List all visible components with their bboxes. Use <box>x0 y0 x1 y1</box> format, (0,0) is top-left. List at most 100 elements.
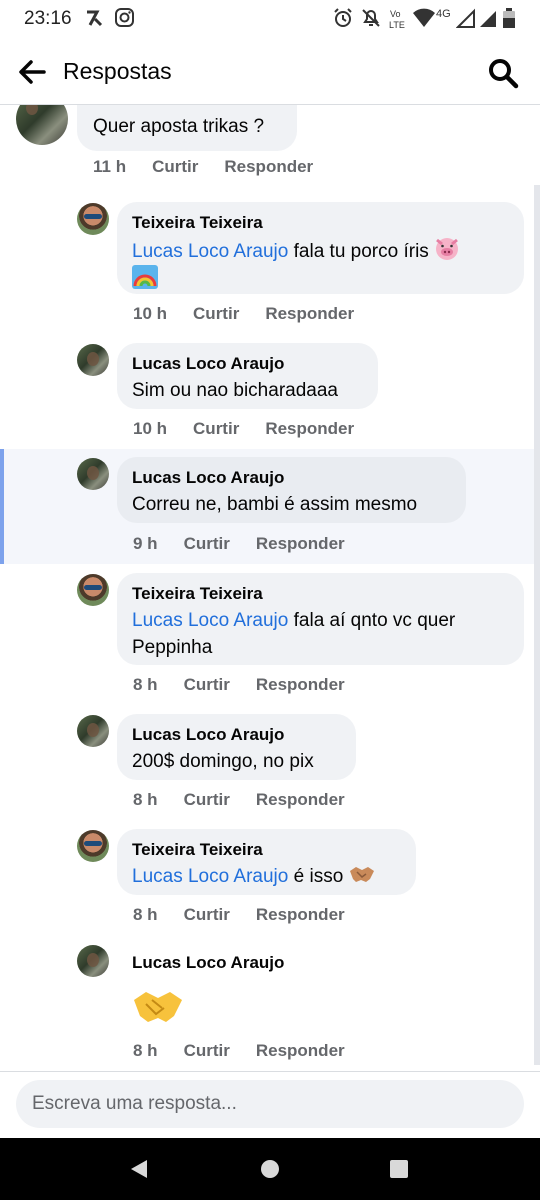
nav-back-icon[interactable] <box>128 1158 150 1180</box>
like-button[interactable]: Curtir <box>184 1041 230 1061</box>
comment-time: 10 h <box>133 304 168 323</box>
app-notification-icon <box>87 10 103 27</box>
comment-bubble[interactable]: Quer aposta trikas ? <box>77 105 297 151</box>
avatar[interactable] <box>77 830 109 862</box>
reply-button[interactable]: Responder <box>256 1041 345 1061</box>
commenter-name[interactable]: Lucas Loco Araujo <box>132 468 284 488</box>
comment-text: Lucas Loco Araujo é isso <box>132 863 412 890</box>
mention-link[interactable]: Lucas Loco Araujo <box>132 610 288 631</box>
avatar[interactable] <box>77 203 109 235</box>
scrollbar[interactable] <box>534 185 540 1065</box>
svg-text:Vo: Vo <box>390 9 401 19</box>
avatar[interactable] <box>77 715 109 747</box>
reply-input[interactable] <box>16 1080 524 1128</box>
status-bar: 23:16 Vo LTE 4G <box>0 0 540 38</box>
comment-bubble[interactable]: Teixeira Teixeira Lucas Loco Araujo fala… <box>117 202 524 294</box>
comment-bubble[interactable]: Teixeira Teixeira Lucas Loco Araujo fala… <box>117 573 524 665</box>
avatar[interactable] <box>77 574 109 606</box>
comment-bubble[interactable]: Teixeira Teixeira Lucas Loco Araujo é is… <box>117 829 416 895</box>
reply-button[interactable]: Responder <box>256 905 345 925</box>
comment-bubble[interactable]: Lucas Loco Araujo Correu ne, bambi é ass… <box>117 457 466 523</box>
search-icon[interactable] <box>486 56 520 90</box>
commenter-name[interactable]: Teixeira Teixeira <box>132 584 263 604</box>
comment-actions: 8 h Curtir Responder <box>133 905 345 925</box>
like-button[interactable]: Curtir <box>184 534 230 554</box>
svg-text:LTE: LTE <box>389 20 405 30</box>
handshake-icon[interactable] <box>132 986 184 1028</box>
status-time: 23:16 <box>24 8 72 29</box>
comment-text: Quer aposta trikas ? <box>93 116 265 137</box>
nav-recents-icon[interactable] <box>389 1159 409 1179</box>
reply-comment: Lucas Loco Araujo 8 h Curtir Responder <box>0 942 540 1070</box>
commenter-name[interactable]: Teixeira Teixeira <box>132 213 263 233</box>
nav-home-icon[interactable] <box>259 1158 281 1180</box>
comment-bubble[interactable]: Lucas Loco Araujo 200$ domingo, no pix <box>117 714 356 780</box>
comment-text: Correu ne, bambi é assim mesmo <box>132 494 418 515</box>
comment-time: 10 h <box>133 419 168 438</box>
comment-actions: 8 h Curtir Responder <box>133 1041 345 1061</box>
reply-comment-highlighted: Lucas Loco Araujo Correu ne, bambi é ass… <box>0 449 540 564</box>
comment-time: 8 h <box>133 675 158 694</box>
rainbow-icon <box>132 265 158 289</box>
avatar[interactable] <box>77 945 109 977</box>
mention-link[interactable]: Lucas Loco Araujo <box>132 866 288 887</box>
reply-button[interactable]: Responder <box>265 304 354 324</box>
like-button[interactable]: Curtir <box>193 419 239 439</box>
system-nav-bar <box>0 1138 540 1200</box>
commenter-name[interactable]: Lucas Loco Araujo <box>132 354 284 374</box>
like-button[interactable]: Curtir <box>193 304 239 324</box>
reply-button[interactable]: Responder <box>265 419 354 439</box>
like-button[interactable]: Curtir <box>152 157 198 177</box>
comment-time: 8 h <box>133 905 158 924</box>
mute-icon <box>362 9 380 27</box>
reply-button[interactable]: Responder <box>256 675 345 695</box>
avatar[interactable] <box>16 105 68 145</box>
reply-button[interactable]: Responder <box>256 790 345 810</box>
comment-actions: 9 h Curtir Responder <box>133 534 345 554</box>
comment-text-body: fala tu porco íris <box>288 241 429 262</box>
comment-actions: 8 h Curtir Responder <box>133 790 345 810</box>
comment-time: 8 h <box>133 1041 158 1060</box>
pig-face-icon <box>436 238 459 260</box>
mention-link[interactable]: Lucas Loco Araujo <box>132 241 288 262</box>
like-button[interactable]: Curtir <box>184 790 230 810</box>
comment-text-line2: Peppinha <box>132 637 213 658</box>
signal-icon <box>456 8 475 28</box>
commenter-name[interactable]: Lucas Loco Araujo <box>132 725 284 745</box>
alarm-icon <box>334 8 352 27</box>
comment-text-body: é isso <box>288 866 344 887</box>
like-button[interactable]: Curtir <box>184 905 230 925</box>
like-button[interactable]: Curtir <box>184 675 230 695</box>
avatar[interactable] <box>77 344 109 376</box>
comment-time: 11 h <box>93 157 127 176</box>
signal-icon-2 <box>480 11 496 27</box>
comment-actions: 10 h Curtir Responder <box>133 304 354 324</box>
page-title: Respostas <box>63 58 172 84</box>
wifi-icon <box>413 8 435 27</box>
commenter-name[interactable]: Lucas Loco Araujo <box>132 953 284 973</box>
comment-time: 9 h <box>133 534 158 553</box>
reply-comment: Lucas Loco Araujo Sim ou nao bicharadaaa… <box>0 341 540 451</box>
app-header: Respostas <box>0 38 540 105</box>
comment-actions: 8 h Curtir Responder <box>133 675 345 695</box>
comment-text: 200$ domingo, no pix <box>132 751 314 772</box>
reply-button[interactable]: Responder <box>256 534 345 554</box>
comment-bubble[interactable]: Lucas Loco Araujo Sim ou nao bicharadaaa <box>117 343 378 409</box>
reply-comment: Teixeira Teixeira Lucas Loco Araujo é is… <box>0 827 540 937</box>
avatar[interactable] <box>77 458 109 490</box>
comment-actions: 10 h Curtir Responder <box>133 419 354 439</box>
replies-thread[interactable]: Quer aposta trikas ? 11 h Curtir Responder… <box>0 105 540 1070</box>
reply-composer <box>0 1071 540 1139</box>
reply-comment: Lucas Loco Araujo 200$ domingo, no pix 8… <box>0 712 540 822</box>
back-arrow-icon[interactable] <box>14 54 50 90</box>
comment-time: 8 h <box>133 790 158 809</box>
comment-text: Sim ou nao bicharadaaa <box>132 380 338 401</box>
instagram-icon <box>115 8 134 27</box>
comment-text-body: fala aí qnto vc quer <box>288 610 456 631</box>
comment-actions: 11 h Curtir Responder <box>93 157 313 177</box>
reply-button[interactable]: Responder <box>224 157 313 177</box>
battery-icon <box>503 8 515 28</box>
commenter-name[interactable]: Teixeira Teixeira <box>132 840 263 860</box>
comment-text: Lucas Loco Araujo fala aí qnto vc quer P… <box>132 607 517 661</box>
parent-comment: Quer aposta trikas ? 11 h Curtir Responder <box>0 105 540 185</box>
